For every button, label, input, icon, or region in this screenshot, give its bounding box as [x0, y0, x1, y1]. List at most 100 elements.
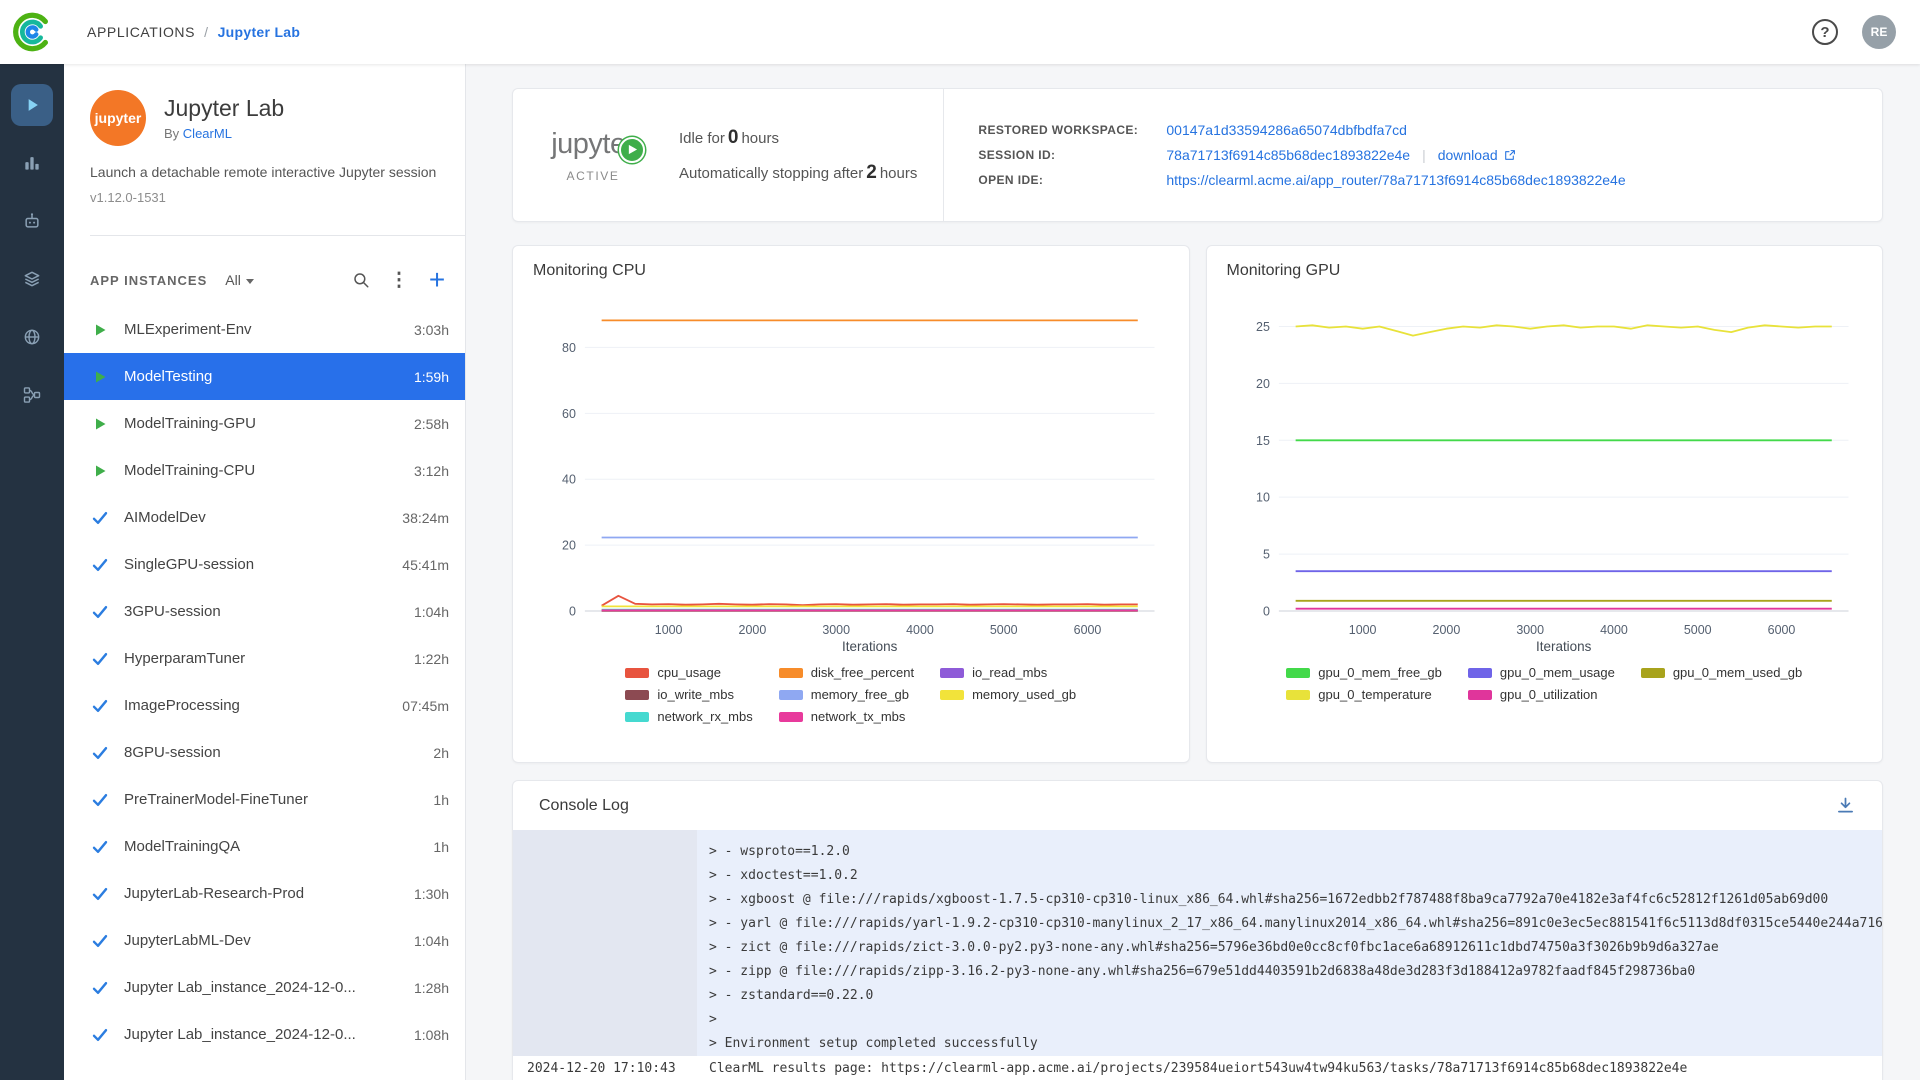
console-header: Console Log	[513, 781, 1882, 830]
legend-item[interactable]: cpu_usage	[625, 665, 752, 680]
legend-label: gpu_0_mem_used_gb	[1673, 665, 1802, 680]
instances-search-button[interactable]	[347, 266, 375, 294]
byline-prefix: By	[164, 126, 183, 141]
legend-item[interactable]: network_tx_mbs	[779, 709, 914, 724]
legend-swatch	[625, 690, 649, 700]
autostop-timer-text: Automatically stopping after2hours	[679, 162, 917, 184]
legend-item[interactable]: gpu_0_mem_used_gb	[1641, 665, 1802, 680]
clearml-byline-link[interactable]: ClearML	[183, 126, 232, 141]
instance-name: JupyterLabML-Dev	[124, 932, 406, 949]
session-id-value[interactable]: 78a71713f6914c85b68dec1893822e4e	[1166, 147, 1410, 163]
instances-menu-button[interactable]: ⋮	[385, 266, 413, 294]
app-instance-row[interactable]: Jupyter Lab_instance_2024-12-0...1:08h	[64, 1011, 465, 1058]
svg-text:Iterations: Iterations	[842, 639, 898, 654]
app-instance-row[interactable]: ModelTraining-GPU2:58h	[64, 400, 465, 447]
app-instance-row[interactable]: HyperparamTuner1:22h	[64, 635, 465, 682]
app-instances-header: APP INSTANCES All ⋮ +	[90, 264, 451, 296]
legend-swatch	[779, 668, 803, 678]
instance-name: 3GPU-session	[124, 603, 406, 620]
avatar[interactable]: RE	[1862, 15, 1896, 49]
instance-name: SingleGPU-session	[124, 556, 394, 573]
completed-check-icon	[90, 1028, 110, 1042]
legend-item[interactable]: gpu_0_mem_usage	[1468, 665, 1615, 680]
session-info-grid: RESTORED WORKSPACE: 00147a1d33594286a650…	[978, 122, 1625, 189]
legend-item[interactable]: io_read_mbs	[940, 665, 1076, 680]
session-play-button[interactable]	[619, 137, 645, 163]
legend-swatch	[1286, 690, 1310, 700]
value-separator: |	[1422, 147, 1426, 163]
completed-check-icon	[90, 793, 110, 807]
legend-item[interactable]: memory_free_gb	[779, 687, 914, 702]
app-instance-row[interactable]: ModelTraining-CPU3:12h	[64, 447, 465, 494]
session-download-link[interactable]: download	[1438, 147, 1516, 163]
rail-item-automation[interactable]	[11, 200, 53, 242]
svg-text:4000: 4000	[906, 623, 934, 637]
console-log-line: > - wsproto==1.2.0	[513, 840, 1882, 864]
add-instance-button[interactable]: +	[423, 266, 451, 294]
rail-item-applications[interactable]	[11, 84, 53, 126]
legend-item[interactable]: disk_free_percent	[779, 665, 914, 680]
breadcrumb-applications[interactable]: APPLICATIONS	[87, 24, 195, 40]
instance-duration: 3:03h	[414, 322, 449, 338]
app-instance-row[interactable]: JupyterLab-Research-Prod1:30h	[64, 870, 465, 917]
rail-item-workers[interactable]	[11, 142, 53, 184]
app-instance-row[interactable]: PreTrainerModel-FineTuner1h	[64, 776, 465, 823]
console-footer-timestamp: 2024-12-20 17:10:43	[527, 1056, 676, 1080]
rail-item-pipelines[interactable]	[11, 374, 53, 416]
svg-text:6000: 6000	[1767, 623, 1795, 637]
rail-item-datasets[interactable]	[11, 258, 53, 300]
svg-text:60: 60	[562, 407, 576, 421]
console-footer-text: ClearML results page: https://clearml-ap…	[513, 1056, 1882, 1080]
help-icon[interactable]: ?	[1812, 19, 1838, 45]
breadcrumb-current-page[interactable]: Jupyter Lab	[218, 24, 301, 40]
completed-check-icon	[90, 558, 110, 572]
instance-name: PreTrainerModel-FineTuner	[124, 791, 425, 808]
legend-label: network_rx_mbs	[657, 709, 752, 724]
legend-swatch	[1468, 668, 1492, 678]
app-instance-row[interactable]: 8GPU-session2h	[64, 729, 465, 776]
console-download-button[interactable]	[1835, 795, 1856, 816]
instances-filter-dropdown[interactable]: All	[225, 272, 254, 288]
monitoring-cpu-card: Monitoring CPU 0204060801000200030004000…	[512, 245, 1190, 763]
legend-item[interactable]: memory_used_gb	[940, 687, 1076, 702]
svg-text:6000: 6000	[1074, 623, 1102, 637]
svg-text:1000: 1000	[655, 623, 683, 637]
clearml-logo-icon[interactable]	[11, 11, 53, 53]
instance-duration: 07:45m	[402, 698, 449, 714]
legend-swatch	[779, 712, 803, 722]
instance-duration: 2h	[433, 745, 449, 761]
breadcrumb-separator: /	[204, 24, 209, 40]
app-instance-row[interactable]: AIModelDev38:24m	[64, 494, 465, 541]
app-instance-row[interactable]: ModelTrainingQA1h	[64, 823, 465, 870]
app-instance-row[interactable]: Jupyter Lab_instance_2024-12-0...1:28h	[64, 964, 465, 1011]
app-instance-row[interactable]: SingleGPU-session45:41m	[64, 541, 465, 588]
panel-divider	[90, 235, 465, 236]
app-instance-row[interactable]: 3GPU-session1:04h	[64, 588, 465, 635]
running-play-icon	[90, 370, 110, 384]
external-link-icon	[1503, 149, 1516, 162]
legend-label: cpu_usage	[657, 665, 721, 680]
app-header: jupyter Jupyter Lab By ClearML Launch a …	[64, 90, 465, 205]
app-instance-row[interactable]: JupyterLabML-Dev1:04h	[64, 917, 465, 964]
legend-label: disk_free_percent	[811, 665, 914, 680]
legend-label: memory_free_gb	[811, 687, 909, 702]
app-instance-row[interactable]: ImageProcessing07:45m	[64, 682, 465, 729]
globe-icon	[22, 327, 42, 347]
legend-item[interactable]: network_rx_mbs	[625, 709, 752, 724]
legend-swatch	[940, 690, 964, 700]
legend-item[interactable]: io_write_mbs	[625, 687, 752, 702]
app-instance-row[interactable]: MLExperiment-Env3:03h	[64, 306, 465, 353]
applications-play-icon	[22, 95, 42, 115]
search-icon	[352, 271, 370, 289]
cpu-chart-legend: cpu_usage disk_free_percent io_read_mbs io_…	[533, 665, 1169, 724]
pipelines-icon	[22, 385, 42, 405]
legend-label: gpu_0_mem_free_gb	[1318, 665, 1442, 680]
legend-item[interactable]: gpu_0_temperature	[1286, 687, 1442, 702]
app-instance-row[interactable]: ModelTesting1:59h	[64, 353, 465, 400]
status-card-divider	[943, 89, 944, 221]
legend-item[interactable]: gpu_0_mem_free_gb	[1286, 665, 1442, 680]
open-ide-link[interactable]: https://clearml.acme.ai/app_router/78a71…	[1166, 172, 1625, 188]
legend-item[interactable]: gpu_0_utilization	[1468, 687, 1615, 702]
restored-workspace-value[interactable]: 00147a1d33594286a65074dbfbdfa7cd	[1166, 122, 1625, 138]
rail-item-hyperdatasets[interactable]	[11, 316, 53, 358]
